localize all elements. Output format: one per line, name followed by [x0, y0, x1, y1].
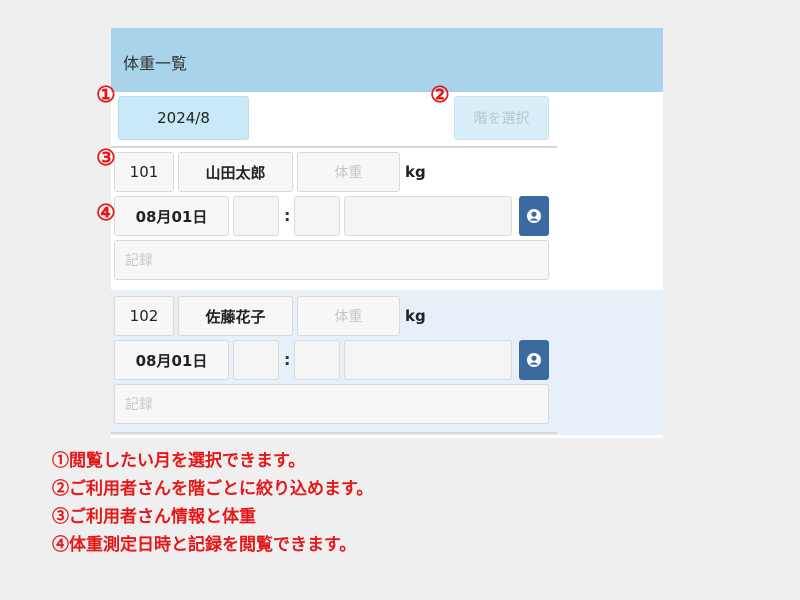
resident-name: 佐藤花子: [178, 296, 293, 336]
hour-input[interactable]: [233, 196, 279, 236]
record-detail-button[interactable]: [519, 340, 549, 380]
person-badge-icon: [527, 209, 541, 223]
record-note-field[interactable]: 記録: [114, 240, 549, 280]
minute-input[interactable]: [294, 196, 340, 236]
room-number: 101: [114, 152, 174, 192]
minute-input[interactable]: [294, 340, 340, 380]
measure-date: 08月01日: [114, 196, 229, 236]
panel-header: 体重一覧: [111, 28, 663, 92]
page-title: 体重一覧: [123, 54, 188, 73]
annotation-marker-1: ①: [96, 82, 116, 108]
record-detail-button[interactable]: [519, 196, 549, 236]
record-note-field[interactable]: 記録: [114, 384, 549, 424]
weight-list-panel: 体重一覧 2024/8 階を選択 101 山田太郎 体重 kg 08月01日 :…: [111, 28, 663, 438]
weight-input[interactable]: 体重: [297, 296, 400, 336]
time-colon: :: [284, 350, 291, 369]
hour-input[interactable]: [233, 340, 279, 380]
annotation-notes: ①閲覧したい月を選択できます。 ②ご利用者さんを階ごとに絞り込めます。 ③ご利用…: [52, 447, 373, 559]
annotation-marker-3: ③: [96, 145, 116, 171]
measure-date: 08月01日: [114, 340, 229, 380]
note-line: ②ご利用者さんを階ごとに絞り込めます。: [52, 479, 374, 499]
time-colon: :: [284, 206, 291, 225]
annotation-marker-2: ②: [430, 82, 450, 108]
room-number: 102: [114, 296, 174, 336]
resident-name: 山田太郎: [178, 152, 293, 192]
floor-select-button[interactable]: 階を選択: [454, 96, 549, 140]
weight-input[interactable]: 体重: [297, 152, 400, 192]
person-badge-icon: [527, 353, 541, 367]
weight-unit: kg: [405, 163, 426, 181]
divider: [111, 432, 557, 434]
month-select[interactable]: 2024/8: [118, 96, 249, 140]
divider: [111, 146, 557, 148]
note-line: ④体重測定日時と記録を閲覧できます。: [52, 535, 357, 555]
weight-value-field[interactable]: [344, 340, 512, 380]
note-line: ①閲覧したい月を選択できます。: [52, 451, 306, 471]
note-line: ③ご利用者さん情報と体重: [52, 507, 256, 527]
annotation-marker-4: ④: [96, 200, 116, 226]
weight-unit: kg: [405, 307, 426, 325]
weight-value-field[interactable]: [344, 196, 512, 236]
